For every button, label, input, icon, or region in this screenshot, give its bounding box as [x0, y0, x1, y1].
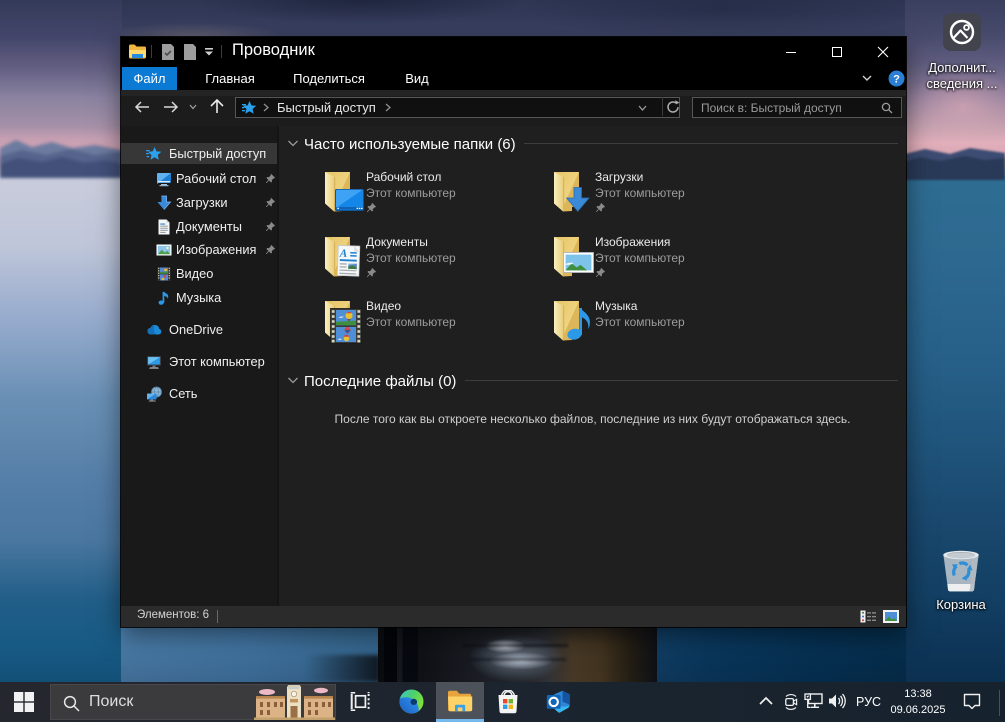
- svg-text:A: A: [339, 248, 348, 260]
- svg-text:?: ?: [893, 74, 900, 86]
